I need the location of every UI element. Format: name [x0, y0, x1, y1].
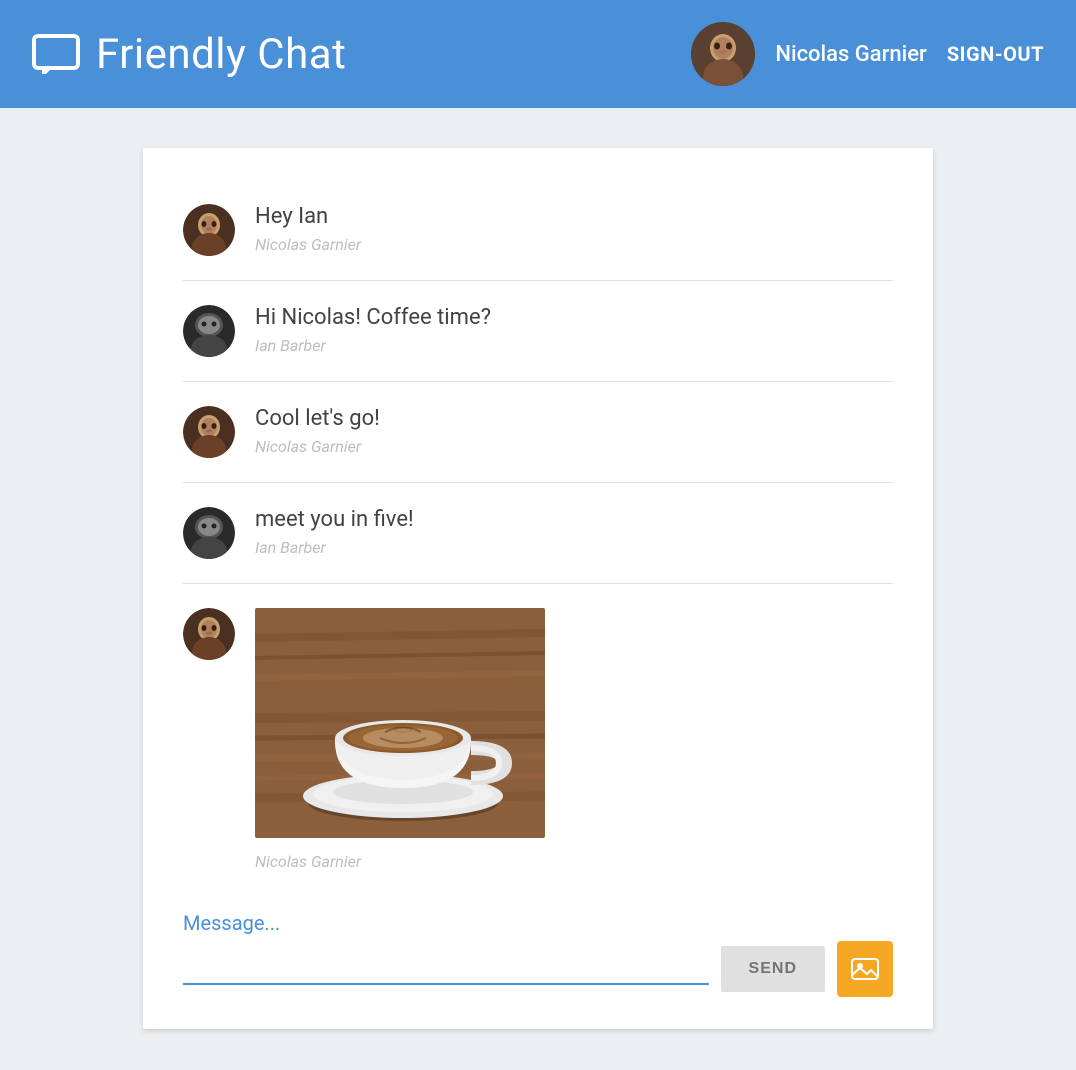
message-input-label: Message... [183, 911, 893, 935]
app-header: Friendly Chat Nicolas Garnier SIGN-OUT [0, 0, 1076, 108]
coffee-image [255, 608, 545, 838]
message-text: Cool let's go! [255, 406, 380, 431]
message-author: Nicolas Garnier [255, 235, 361, 254]
message-item: Hey Ian Nicolas Garnier [183, 180, 893, 281]
chat-icon [32, 34, 80, 74]
sign-out-button[interactable]: SIGN-OUT [947, 42, 1044, 66]
message-input[interactable] [183, 954, 709, 985]
nicolas-avatar-3 [183, 608, 235, 660]
input-row: SEND [183, 941, 893, 997]
message-item: Cool let's go! Nicolas Garnier [183, 382, 893, 483]
message-content: Nicolas Garnier [255, 608, 545, 871]
nicolas-avatar-2 [183, 406, 235, 458]
header-avatar [691, 22, 755, 86]
user-avatar-image [691, 22, 755, 86]
message-content: Hi Nicolas! Coffee time? Ian Barber [255, 305, 491, 355]
message-text: Hi Nicolas! Coffee time? [255, 305, 491, 330]
message-author: Nicolas Garnier [255, 437, 380, 456]
message-author: Ian Barber [255, 336, 491, 355]
chat-container: Hey Ian Nicolas Garnier [143, 148, 933, 1029]
message-item: Nicolas Garnier [183, 584, 893, 895]
message-author: Ian Barber [255, 538, 414, 557]
input-area: Message... SEND [143, 911, 933, 1029]
message-content: Hey Ian Nicolas Garnier [255, 204, 361, 254]
avatar [183, 305, 235, 357]
message-item: meet you in five! Ian Barber [183, 483, 893, 584]
avatar [183, 507, 235, 559]
send-button[interactable]: SEND [721, 946, 825, 992]
image-upload-button[interactable] [837, 941, 893, 997]
message-item: Hi Nicolas! Coffee time? Ian Barber [183, 281, 893, 382]
main-content: Hey Ian Nicolas Garnier [0, 108, 1076, 1069]
avatar [183, 204, 235, 256]
avatar [183, 608, 235, 660]
image-icon [851, 957, 879, 981]
nicolas-avatar [183, 204, 235, 256]
app-title: Friendly Chat [96, 30, 346, 79]
header-username: Nicolas Garnier [775, 42, 926, 67]
message-content: Cool let's go! Nicolas Garnier [255, 406, 380, 456]
message-text: meet you in five! [255, 507, 414, 532]
messages-area: Hey Ian Nicolas Garnier [143, 148, 933, 911]
message-author: Nicolas Garnier [255, 852, 545, 871]
logo-area: Friendly Chat [32, 30, 691, 79]
message-content: meet you in five! Ian Barber [255, 507, 414, 557]
message-text: Hey Ian [255, 204, 361, 229]
ian-avatar-2 [183, 507, 235, 559]
header-user-area: Nicolas Garnier SIGN-OUT [691, 22, 1044, 86]
avatar [183, 406, 235, 458]
ian-avatar [183, 305, 235, 357]
